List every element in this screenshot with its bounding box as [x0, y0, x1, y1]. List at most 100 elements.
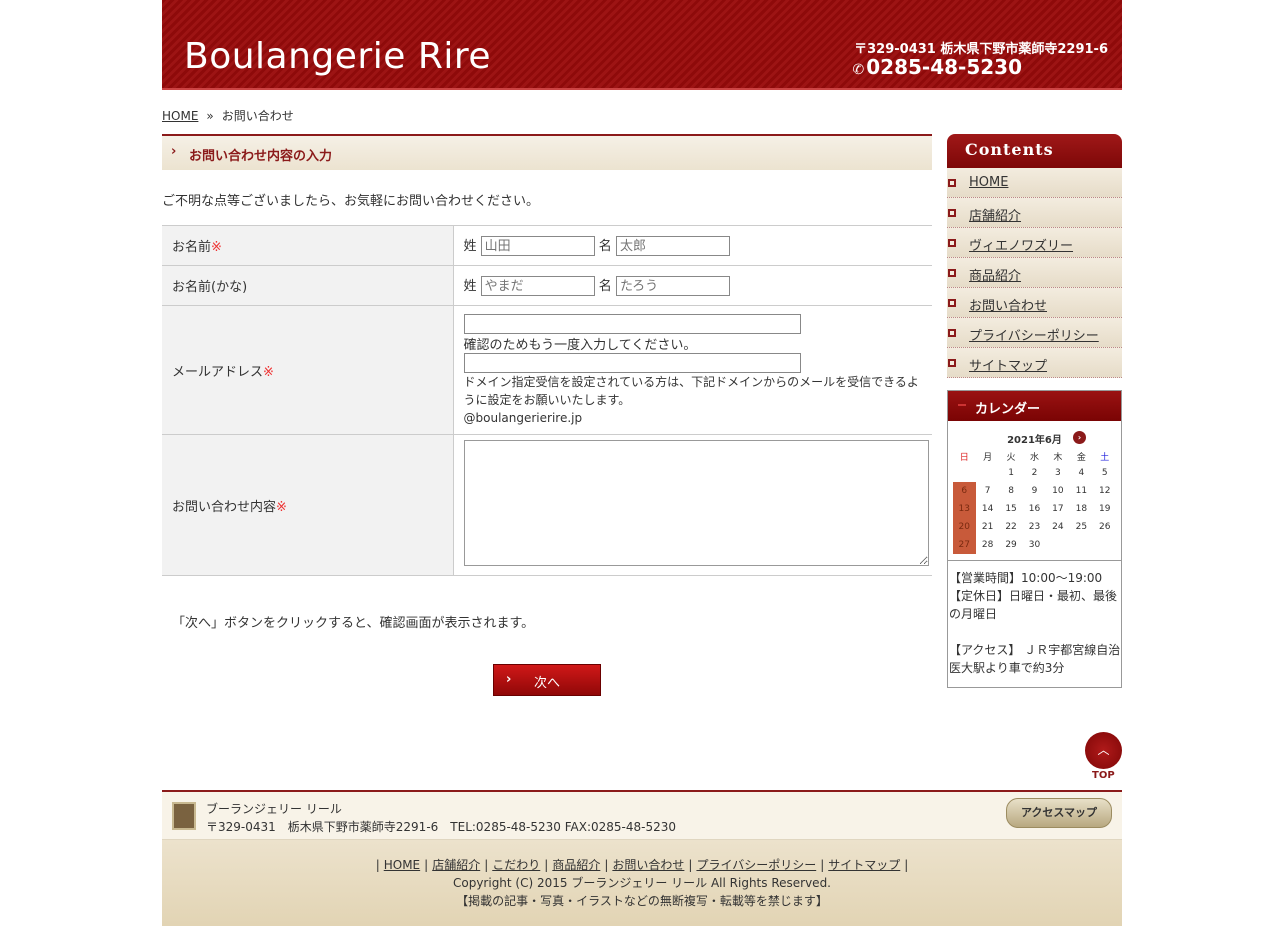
- shop-holiday: 【定休日】日曜日・最初、最後の月曜日: [949, 589, 1118, 621]
- house-icon: [172, 802, 196, 830]
- calendar-weekday: 土: [1100, 452, 1110, 463]
- site-footer: ブーランジェリー リール 〒329-0431 栃木県下野市薬師寺2291-6 T…: [162, 790, 1122, 926]
- next-month-icon[interactable]: ›: [1073, 431, 1086, 444]
- footer-link-sitemap[interactable]: サイトマップ: [828, 858, 900, 872]
- calendar-weekday: 水: [1029, 452, 1039, 463]
- sidebar-item-products[interactable]: 商品紹介: [947, 258, 1122, 288]
- site-logo[interactable]: Boulangerie Rire: [184, 36, 491, 77]
- calendar-day: 20: [952, 518, 976, 536]
- calendar-day: 27: [952, 536, 976, 554]
- calendar-day: 23: [1028, 522, 1041, 532]
- form-row-name: お名前※ 姓 名: [162, 225, 932, 266]
- calendar-day: 21: [981, 522, 994, 532]
- sidebar-link[interactable]: HOME: [969, 175, 1008, 190]
- last-name-input[interactable]: [480, 236, 595, 257]
- calendar-day: 17: [1052, 504, 1064, 514]
- calendar-day: 3: [1055, 468, 1061, 478]
- email-input[interactable]: [463, 313, 801, 334]
- calendar-day: 13: [952, 500, 976, 518]
- breadcrumb: HOME » お問い合わせ: [162, 107, 294, 124]
- next-button-label: 次へ: [534, 676, 561, 691]
- calendar-day: 22: [1005, 522, 1017, 532]
- calendar-day: [1070, 536, 1093, 554]
- breadcrumb-current: お問い合わせ: [221, 109, 294, 123]
- sidebar-item-viennoiserie[interactable]: ヴィエノワズリー: [947, 228, 1122, 258]
- kana-label: お名前(かな): [172, 280, 248, 295]
- copyright: Copyright (C) 2015 ブーランジェリー リール All Righ…: [452, 876, 831, 890]
- sidebar-item-sitemap[interactable]: サイトマップ: [947, 348, 1122, 378]
- footer-link-home[interactable]: HOME: [384, 858, 420, 872]
- breadcrumb-separator: »: [206, 109, 214, 123]
- bullet-icon: [948, 329, 956, 337]
- next-button[interactable]: › 次へ: [493, 664, 601, 696]
- top-label: TOP: [1092, 770, 1115, 781]
- access-map-button[interactable]: アクセスマップ: [1006, 798, 1112, 828]
- intro-text: ご不明な点等ございましたら、お気軽にお問い合わせください。: [162, 194, 540, 209]
- sidebar-link[interactable]: 商品紹介: [969, 265, 1021, 284]
- calendar-day: [976, 464, 999, 482]
- footer-link-products[interactable]: 商品紹介: [552, 858, 600, 872]
- footer-link-shop[interactable]: 店舗紹介: [432, 858, 480, 872]
- shop-info: 【営業時間】10:00～19:00 【定休日】日曜日・最初、最後の月曜日 【アク…: [948, 560, 1121, 687]
- required-mark: ※: [211, 240, 222, 255]
- calendar-day: 8: [1008, 486, 1014, 496]
- calendar-weekday: 木: [1053, 452, 1063, 463]
- sidebar-link[interactable]: サイトマップ: [969, 355, 1047, 374]
- message-textarea[interactable]: [463, 440, 929, 566]
- sidebar-item-home[interactable]: HOME: [947, 168, 1122, 198]
- footer-top: ブーランジェリー リール 〒329-0431 栃木県下野市薬師寺2291-6 T…: [162, 792, 1122, 840]
- sidebar-item-contact[interactable]: お問い合わせ: [947, 288, 1122, 318]
- sidebar-link[interactable]: プライバシーポリシー: [969, 325, 1099, 344]
- calendar-day: 10: [1052, 486, 1064, 496]
- calendar-day: 16: [1028, 504, 1041, 514]
- sidebar-link[interactable]: 店舗紹介: [969, 205, 1021, 224]
- message-input-cell: [453, 434, 932, 576]
- section-title: › お問い合わせ内容の入力: [162, 134, 932, 170]
- footer-link-contact[interactable]: お問い合わせ: [612, 858, 684, 872]
- bullet-icon: [948, 239, 956, 247]
- calendar-day: 19: [1099, 504, 1111, 514]
- section-title-text: お問い合わせ内容の入力: [189, 149, 333, 164]
- chevron-right-icon: ›: [171, 144, 177, 159]
- sidebar-item-privacy[interactable]: プライバシーポリシー: [947, 318, 1122, 348]
- calendar-day: 9: [1031, 486, 1038, 496]
- chevron-right-icon: ›: [506, 672, 512, 687]
- calendar-day: 15: [1005, 504, 1017, 514]
- footer-link-kodawari[interactable]: こだわり: [492, 858, 540, 872]
- email-confirm-input[interactable]: [463, 352, 801, 373]
- calendar-weekday: 月: [983, 452, 993, 463]
- phone-icon: ✆: [852, 62, 865, 78]
- name-label: お名前: [172, 240, 212, 255]
- first-name-input[interactable]: [615, 236, 730, 257]
- domain-text: @boulangerierire.jp: [463, 410, 583, 425]
- back-to-top-button[interactable]: ︿: [1085, 732, 1122, 769]
- footer-links: | HOME | 店舗紹介 | こだわり | 商品紹介 | お問い合わせ | プライバシーポリシー | サ…: [375, 858, 909, 872]
- chevron-up-icon: ︿: [1097, 743, 1110, 757]
- last-name-kana-input[interactable]: [480, 276, 595, 297]
- sidebar-item-shop[interactable]: 店舗紹介: [947, 198, 1122, 228]
- bullet-icon: [948, 209, 956, 217]
- next-note: 「次へ」ボタンをクリックすると、確認画面が表示されます。: [172, 616, 535, 631]
- calendar-weekday: 金: [1076, 452, 1086, 463]
- bullet-icon: [948, 359, 956, 367]
- mei-kana-label: 名: [598, 278, 612, 294]
- calendar-weekday: 日: [959, 452, 969, 463]
- kana-label-cell: お名前(かな): [162, 265, 454, 306]
- calendar-day: 11: [1075, 486, 1088, 496]
- calendar-day: 29: [1005, 540, 1017, 550]
- calendar-day: 4: [1078, 468, 1085, 478]
- kana-input-cell: 姓 名: [453, 265, 932, 306]
- site-header: Boulangerie Rire 〒329-0431 栃木県下野市薬師寺2291…: [162, 0, 1122, 90]
- calendar-day: 1: [1008, 468, 1014, 478]
- domain-note: ドメイン指定受信を設定されている方は、下記ドメインからのメールを受信できるように…: [463, 374, 919, 407]
- sidebar-link[interactable]: お問い合わせ: [969, 295, 1047, 314]
- footer-link-privacy[interactable]: プライバシーポリシー: [696, 858, 816, 872]
- calendar-day: 30: [1028, 540, 1041, 550]
- first-name-kana-input[interactable]: [615, 276, 730, 297]
- calendar-day: 12: [1099, 486, 1111, 496]
- breadcrumb-home-link[interactable]: HOME: [162, 109, 198, 123]
- footer-address: 〒329-0431 栃木県下野市薬師寺2291-6 TEL:0285-48-52…: [206, 820, 677, 834]
- bullet-icon: [948, 179, 956, 187]
- sidebar-link[interactable]: ヴィエノワズリー: [969, 235, 1073, 254]
- sei-label: 姓: [463, 238, 477, 254]
